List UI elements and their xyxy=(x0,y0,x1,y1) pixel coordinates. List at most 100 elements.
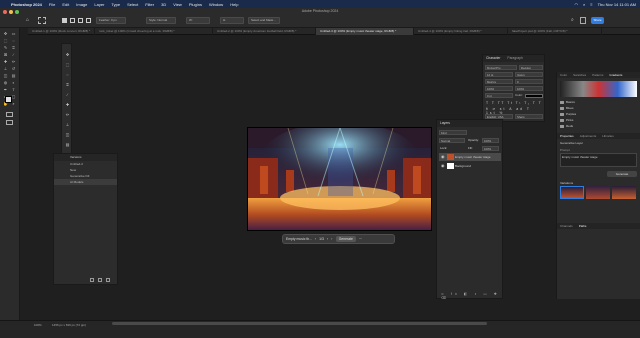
history-brush-icon[interactable]: ↺ xyxy=(11,67,16,71)
horizontal-scale-field[interactable]: 100% xyxy=(515,86,543,91)
menu-layer[interactable]: Layer xyxy=(94,2,104,7)
screen-mode-icon[interactable] xyxy=(6,120,13,125)
dodge-tool-icon[interactable]: ◐ xyxy=(11,81,16,85)
blend-mode-select[interactable]: Normal xyxy=(439,138,465,143)
trash-icon[interactable] xyxy=(106,278,110,282)
tab-libraries[interactable]: Libraries xyxy=(599,133,617,139)
brush-tool-icon[interactable]: ✏ xyxy=(64,112,71,117)
tab-document[interactable]: Untitled-1 @ 100% (Rock concert, RGB/8) … xyxy=(28,28,95,35)
baseline-shift-field[interactable]: 0 pt xyxy=(485,93,513,98)
visibility-eye-icon[interactable]: ◉ xyxy=(441,153,445,161)
subtract-selection-icon[interactable] xyxy=(78,18,83,23)
crop-tool-icon[interactable]: ⌗ xyxy=(64,82,71,87)
move-tool-icon[interactable]: ✥ xyxy=(64,52,71,57)
tab-patterns[interactable]: Patterns xyxy=(589,72,606,78)
lasso-tool-icon[interactable]: ◌ xyxy=(11,39,16,43)
variation-thumbnail[interactable] xyxy=(560,186,584,199)
menu-edit[interactable]: Edit xyxy=(62,2,69,7)
home-icon[interactable]: ⌂ xyxy=(26,17,34,24)
menu-image[interactable]: Image xyxy=(76,2,87,7)
search-icon[interactable]: ⌕ xyxy=(571,17,577,24)
kerning-field[interactable]: Metrics xyxy=(485,79,513,84)
canvas-image[interactable] xyxy=(247,127,432,231)
prompt-textarea[interactable]: Empty music theater stage xyxy=(560,153,637,167)
tab-paragraph[interactable]: Paragraph xyxy=(507,56,522,60)
menu-filter[interactable]: Filter xyxy=(145,2,154,7)
tab-color[interactable]: Color xyxy=(557,72,570,78)
vertical-scale-field[interactable]: 100% xyxy=(485,86,513,91)
wifi-icon[interactable]: ◠ xyxy=(575,2,579,7)
move-tool-icon[interactable]: ✥ xyxy=(3,32,8,36)
gradient-folder[interactable]: Reds xyxy=(557,123,640,129)
more-options-icon[interactable]: ⋯ xyxy=(359,237,362,241)
healing-brush-icon[interactable]: ✚ xyxy=(3,60,8,64)
prompt-field[interactable]: Empty music th... xyxy=(286,237,312,241)
width-field[interactable]: W: xyxy=(186,17,210,24)
zoom-level[interactable]: 100% xyxy=(34,323,42,327)
quick-select-tool-icon[interactable]: ✎ xyxy=(3,46,8,50)
clone-stamp-icon[interactable]: ⊥ xyxy=(3,67,8,71)
history-item-selected[interactable]: AI Models xyxy=(54,179,117,185)
tab-document-active[interactable]: Untitled-3 @ 100% (Empty music theater s… xyxy=(316,28,414,35)
workspace-icon[interactable] xyxy=(580,17,586,24)
font-family-select[interactable]: Myriad Pro xyxy=(485,65,517,70)
brush-tool-icon[interactable]: ✏ xyxy=(11,60,16,64)
marquee-tool-icon[interactable] xyxy=(38,17,46,24)
menu-select[interactable]: Select xyxy=(127,2,138,7)
select-and-mask-button[interactable]: Select and Mask... xyxy=(248,17,280,24)
add-selection-icon[interactable] xyxy=(70,18,75,23)
layer-actions[interactable]: ⊂ fx ◧ ◑ ▭ ✚ ⌫ xyxy=(441,292,502,300)
eraser-tool-icon[interactable]: ◫ xyxy=(64,132,71,137)
antialias-select[interactable]: Sharp xyxy=(515,114,543,119)
snapshot-icon[interactable] xyxy=(90,278,94,282)
eyedropper-tool-icon[interactable]: ⁄ xyxy=(11,53,16,57)
marquee-tool-icon[interactable]: ⬚ xyxy=(3,39,8,43)
eyedropper-tool-icon[interactable]: ⁄ xyxy=(64,92,71,97)
feather-field[interactable]: Feather: 0 px xyxy=(96,17,126,24)
menu-plugins[interactable]: Plugins xyxy=(189,2,202,7)
variation-thumbnail[interactable] xyxy=(586,186,610,199)
tab-gradients[interactable]: Gradients xyxy=(606,72,625,78)
search-icon[interactable]: ⌕ xyxy=(583,2,585,7)
document-info[interactable]: 1456 px x 816 px (72 ppi) xyxy=(52,323,86,327)
generate-button[interactable]: Generate xyxy=(335,236,356,242)
thumbs-up-icon[interactable]: ↑ xyxy=(331,237,333,241)
type-style-buttons[interactable]: T T TT Tt T¹ T₁ T T xyxy=(486,101,542,105)
text-color-swatch[interactable] xyxy=(525,94,543,98)
layers-panel-title[interactable]: Layers xyxy=(437,120,502,127)
menu-type[interactable]: Type xyxy=(111,2,120,7)
blur-tool-icon[interactable]: ◍ xyxy=(3,81,8,85)
tab-paths[interactable]: Paths xyxy=(576,223,590,229)
app-menu[interactable]: Photoshop 2024 xyxy=(11,2,42,7)
tab-document[interactable]: rock_ticket @ 100% (Crowd cheering at a … xyxy=(95,28,213,35)
marquee-tool-icon[interactable]: ⬚ xyxy=(64,62,71,67)
menu-view[interactable]: View xyxy=(173,2,182,7)
type-tool-icon[interactable]: T xyxy=(11,88,16,92)
leading-field[interactable]: (Auto) xyxy=(515,72,543,77)
gradient-tool-icon[interactable]: ▤ xyxy=(11,74,16,78)
lasso-tool-icon[interactable]: ◌ xyxy=(64,72,71,77)
layer-row-selected[interactable]: ◉ Empty music theater stage xyxy=(439,153,501,161)
menu-3d[interactable]: 3D xyxy=(161,2,166,7)
menu-help[interactable]: Help xyxy=(230,2,238,7)
tab-document[interactable]: Untitled-4 @ 100% (Empty hiking trail, R… xyxy=(414,28,508,35)
gradient-preview[interactable] xyxy=(560,81,637,97)
new-document-icon[interactable] xyxy=(98,278,102,282)
tab-character[interactable]: Character xyxy=(486,56,500,60)
tab-properties[interactable]: Properties xyxy=(557,133,577,139)
menu-file[interactable]: File xyxy=(49,2,55,7)
tracking-field[interactable]: 0 xyxy=(515,79,543,84)
frame-tool-icon[interactable]: ⊠ xyxy=(3,53,8,57)
fill-field[interactable]: 100% xyxy=(482,146,499,151)
crop-tool-icon[interactable]: ⌗ xyxy=(11,46,16,50)
layer-filter-select[interactable]: Kind xyxy=(439,130,467,135)
eraser-tool-icon[interactable]: ◫ xyxy=(3,74,8,78)
clone-stamp-icon[interactable]: ⊥ xyxy=(64,122,71,127)
healing-brush-icon[interactable]: ✚ xyxy=(64,102,71,107)
pen-tool-icon[interactable]: ✒ xyxy=(3,88,8,92)
artboard-tool-icon[interactable]: ▭ xyxy=(11,32,16,36)
style-select[interactable]: Style: Normal xyxy=(146,17,176,24)
previous-variation-icon[interactable]: ‹ xyxy=(315,237,316,241)
visibility-eye-icon[interactable]: ◉ xyxy=(441,162,445,170)
intersect-selection-icon[interactable] xyxy=(86,18,91,23)
